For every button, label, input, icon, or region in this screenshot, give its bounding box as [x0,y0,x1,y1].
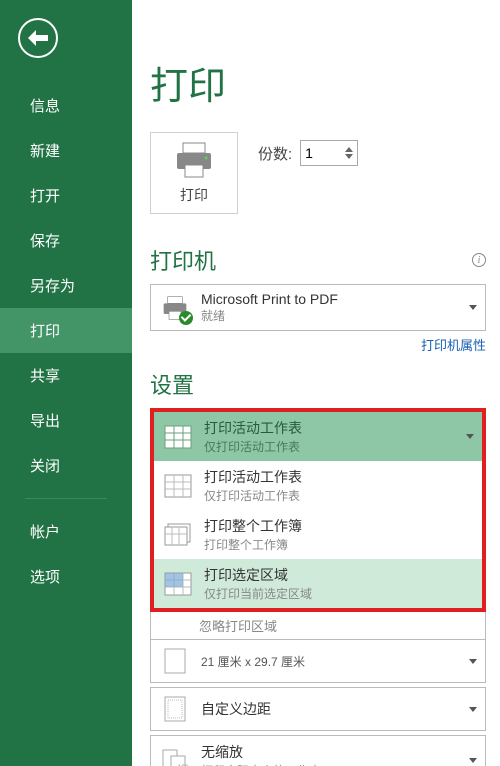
scale-icon: 100 [161,748,189,766]
copies-input[interactable]: 1 [300,140,358,166]
copies-decrement[interactable] [345,154,353,159]
paper-size-selector[interactable]: 21 厘米 x 29.7 厘米 [150,640,486,683]
scope-option-selection[interactable]: 打印选定区域 仅打印当前选定区域 [154,559,482,608]
sheet-icon [164,474,192,498]
margins-selector[interactable]: 自定义边距 [150,687,486,731]
chevron-down-icon [469,707,477,712]
scaling-selector[interactable]: 100 无缩放 打印实际大小的工作表 [150,735,486,766]
nav-separator [25,498,107,499]
scope-option-active-sheet[interactable]: 打印活动工作表 仅打印活动工作表 [154,461,482,510]
scope-selected-title: 打印活动工作表 [204,418,456,438]
margins-icon [163,695,187,723]
ready-badge-icon [179,311,193,325]
printer-status: 就绪 [201,307,459,324]
nav-new[interactable]: 新建 [0,128,132,173]
chevron-down-icon [469,305,477,310]
print-panel: 打印 打印 份数: 1 [132,0,500,766]
sheets-stack-icon [164,523,192,547]
nav-open[interactable]: 打开 [0,173,132,218]
scope-option-workbook[interactable]: 打印整个工作簿 打印整个工作簿 [154,510,482,559]
page-icon [163,647,187,675]
settings-section-title: 设置 [150,368,486,400]
back-button[interactable] [18,18,58,58]
copies-value: 1 [305,145,313,161]
print-scope-dropdown[interactable]: 打印活动工作表 仅打印活动工作表 [154,412,482,461]
ignore-print-area[interactable]: 忽略打印区域 [150,612,486,640]
nav-options[interactable]: 选项 [0,554,132,599]
sheet-icon [164,425,192,449]
page-title: 打印 [150,55,486,110]
copies-label: 份数: [258,143,292,164]
printer-name: Microsoft Print to PDF [201,291,459,307]
printer-section-title: 打印机 i [150,244,486,276]
printer-selector[interactable]: Microsoft Print to PDF 就绪 [150,284,486,331]
info-icon[interactable]: i [472,253,486,267]
chevron-down-icon [469,758,477,763]
nav-print[interactable]: 打印 [0,308,132,353]
nav-account[interactable]: 帐户 [0,509,132,554]
scope-selected-sub: 仅打印活动工作表 [204,438,456,455]
chevron-down-icon [466,434,474,439]
print-button-label: 打印 [180,185,208,205]
chevron-down-icon [469,659,477,664]
arrow-left-icon [28,30,48,46]
copies-increment[interactable] [345,147,353,152]
printer-icon [173,141,215,179]
print-button[interactable]: 打印 [150,132,238,214]
nav-share[interactable]: 共享 [0,353,132,398]
selection-icon [164,572,192,596]
printer-properties-link[interactable]: 打印机属性 [421,338,486,353]
highlight-box: 打印活动工作表 仅打印活动工作表 打印活动工作表 仅打印活动工作表 [150,408,486,612]
nav-close[interactable]: 关闭 [0,443,132,488]
nav-info[interactable]: 信息 [0,83,132,128]
backstage-sidebar: 信息 新建 打开 保存 另存为 打印 共享 导出 关闭 帐户 选项 [0,0,132,766]
nav-saveas[interactable]: 另存为 [0,263,132,308]
nav-export[interactable]: 导出 [0,398,132,443]
nav-save[interactable]: 保存 [0,218,132,263]
